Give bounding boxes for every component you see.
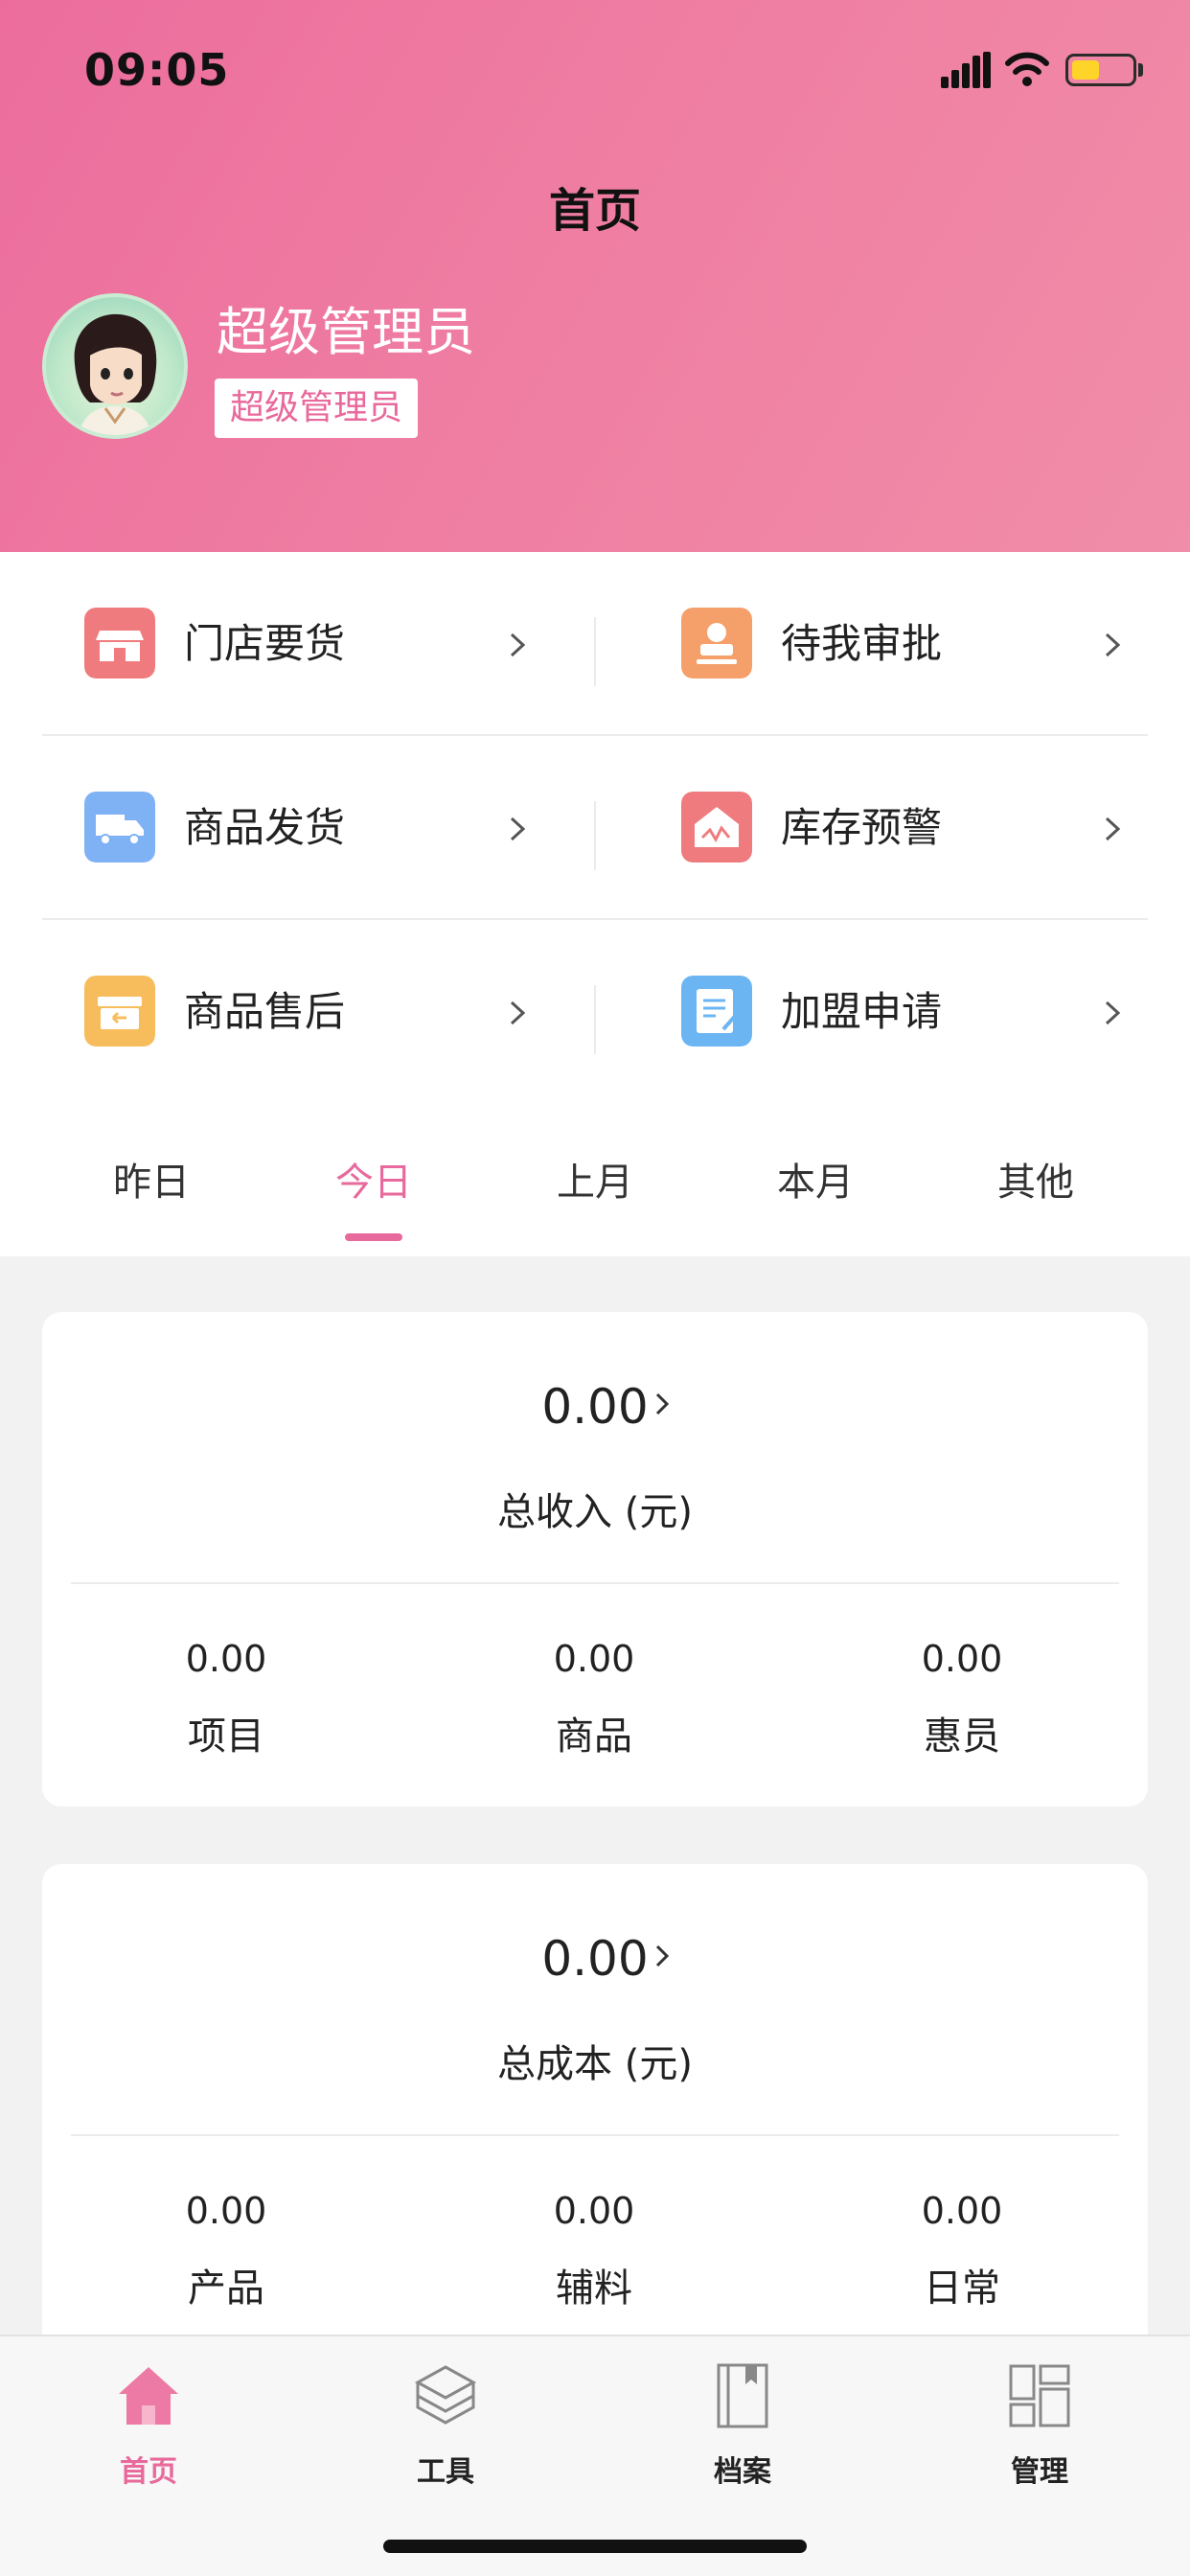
- tab-this-month[interactable]: 本月: [700, 1151, 930, 1207]
- period-tabs: 昨日 今日 上月 本月 其他: [0, 1084, 1190, 1256]
- form-edit-icon: [681, 976, 752, 1046]
- income-sub-item[interactable]: 0.00 项目: [42, 1638, 410, 1760]
- menu-label: 加盟申请: [781, 988, 943, 1035]
- battery-cap: [1138, 63, 1143, 77]
- menu-label: 商品发货: [184, 804, 346, 851]
- sub-value: 0.00: [185, 1638, 267, 1680]
- role-badge: 超级管理员: [215, 379, 419, 438]
- tab-last-month[interactable]: 上月: [480, 1151, 710, 1207]
- menu-label: 商品售后: [184, 988, 346, 1035]
- store-icon: [84, 608, 155, 678]
- menu-label: 待我审批: [781, 620, 943, 667]
- nav-tools[interactable]: 工具: [297, 2352, 594, 2515]
- sub-label: 辅料: [556, 2266, 632, 2311]
- menu-item-after-sales[interactable]: 商品售后: [0, 920, 595, 1104]
- truck-icon: [84, 792, 155, 862]
- income-sub-item[interactable]: 0.00 商品: [410, 1638, 778, 1760]
- chevron-right-icon: [1105, 1000, 1121, 1025]
- cost-card[interactable]: 0.00 总成本 (元) 0.00 产品 0.00 辅料 0.00 日常: [42, 1864, 1148, 2358]
- nav-manage[interactable]: 管理: [891, 2352, 1188, 2515]
- sub-label: 产品: [188, 2266, 264, 2311]
- income-card[interactable]: 0.00 总收入 (元) 0.00 项目 0.00 商品 0.00 惠员: [42, 1312, 1148, 1806]
- battery-icon: [1065, 54, 1136, 86]
- sub-label: 日常: [924, 2266, 1000, 2311]
- avatar-illustration: [74, 313, 157, 435]
- status-time: 09:05: [84, 44, 230, 96]
- cost-sub-item[interactable]: 0.00 产品: [42, 2190, 410, 2312]
- return-box-icon: [84, 976, 155, 1046]
- cellular-signal-icon: [941, 52, 991, 88]
- menu-label: 门店要货: [184, 620, 346, 667]
- dashboard-icon: [1009, 2364, 1070, 2427]
- book-icon: [717, 2363, 768, 2428]
- menu-row: 门店要货 待我审批: [0, 552, 1190, 736]
- chevron-right-icon: [510, 1000, 526, 1025]
- home-icon: [119, 2367, 178, 2425]
- cost-sub-item[interactable]: 0.00 辅料: [410, 2190, 778, 2312]
- card-divider: [71, 1582, 1119, 1584]
- total-income-label: 总收入 (元): [497, 1490, 693, 1534]
- header: 09:05 首页 超级管理员 超级管理员: [0, 0, 1190, 552]
- stamp-icon: [681, 608, 752, 678]
- total-cost-label: 总成本 (元): [497, 2042, 693, 2086]
- chevron-right-icon: [655, 1392, 670, 1415]
- sub-value: 0.00: [921, 1638, 1003, 1680]
- income-sub-item[interactable]: 0.00 惠员: [778, 1638, 1146, 1760]
- chevron-right-icon: [510, 816, 526, 841]
- chevron-right-icon: [510, 632, 526, 657]
- menu-item-pending-approval[interactable]: 待我审批: [595, 552, 1190, 736]
- menu-item-shipping[interactable]: 商品发货: [0, 736, 595, 920]
- quick-menu: 门店要货 待我审批 商品发货 库存预警 商品售后 加盟申请: [0, 552, 1190, 1084]
- total-cost-value: 0.00: [541, 1931, 649, 1987]
- home-indicator: [383, 2540, 807, 2553]
- user-name: 超级管理员: [217, 302, 475, 362]
- layers-icon: [414, 2365, 477, 2425]
- menu-item-stock-alert[interactable]: 库存预警: [595, 736, 1190, 920]
- chevron-right-icon: [1105, 632, 1121, 657]
- avatar[interactable]: [42, 293, 188, 439]
- menu-item-store-order[interactable]: 门店要货: [0, 552, 595, 736]
- status-bar: 09:05: [0, 0, 1190, 144]
- sub-value: 0.00: [921, 2190, 1003, 2232]
- menu-label: 库存预警: [781, 804, 943, 851]
- tab-yesterday[interactable]: 昨日: [36, 1151, 266, 1207]
- nav-label: 首页: [120, 2455, 177, 2489]
- chevron-right-icon: [655, 1944, 670, 1967]
- nav-label: 工具: [417, 2455, 474, 2489]
- active-tab-indicator: [345, 1233, 402, 1241]
- sub-value: 0.00: [553, 1638, 635, 1680]
- sub-label: 项目: [188, 1714, 264, 1759]
- chevron-right-icon: [1105, 816, 1121, 841]
- wifi-icon: [1005, 52, 1049, 86]
- cost-sub-item[interactable]: 0.00 日常: [778, 2190, 1146, 2312]
- tab-other[interactable]: 其他: [921, 1151, 1151, 1207]
- warehouse-alert-icon: [681, 792, 752, 862]
- nav-home[interactable]: 首页: [0, 2352, 297, 2515]
- menu-row: 商品售后 加盟申请: [0, 920, 1190, 1104]
- nav-archive[interactable]: 档案: [594, 2352, 891, 2515]
- card-divider: [71, 2134, 1119, 2136]
- menu-item-franchise-apply[interactable]: 加盟申请: [595, 920, 1190, 1104]
- tab-today[interactable]: 今日: [259, 1151, 489, 1207]
- sub-label: 商品: [556, 1714, 632, 1759]
- total-income-value: 0.00: [541, 1379, 649, 1435]
- sub-value: 0.00: [553, 2190, 635, 2232]
- sub-label: 惠员: [924, 1714, 1000, 1759]
- nav-label: 管理: [1011, 2455, 1068, 2489]
- sub-value: 0.00: [185, 2190, 267, 2232]
- nav-label: 档案: [714, 2455, 771, 2489]
- menu-row: 商品发货 库存预警: [0, 736, 1190, 920]
- page-title: 首页: [548, 184, 641, 238]
